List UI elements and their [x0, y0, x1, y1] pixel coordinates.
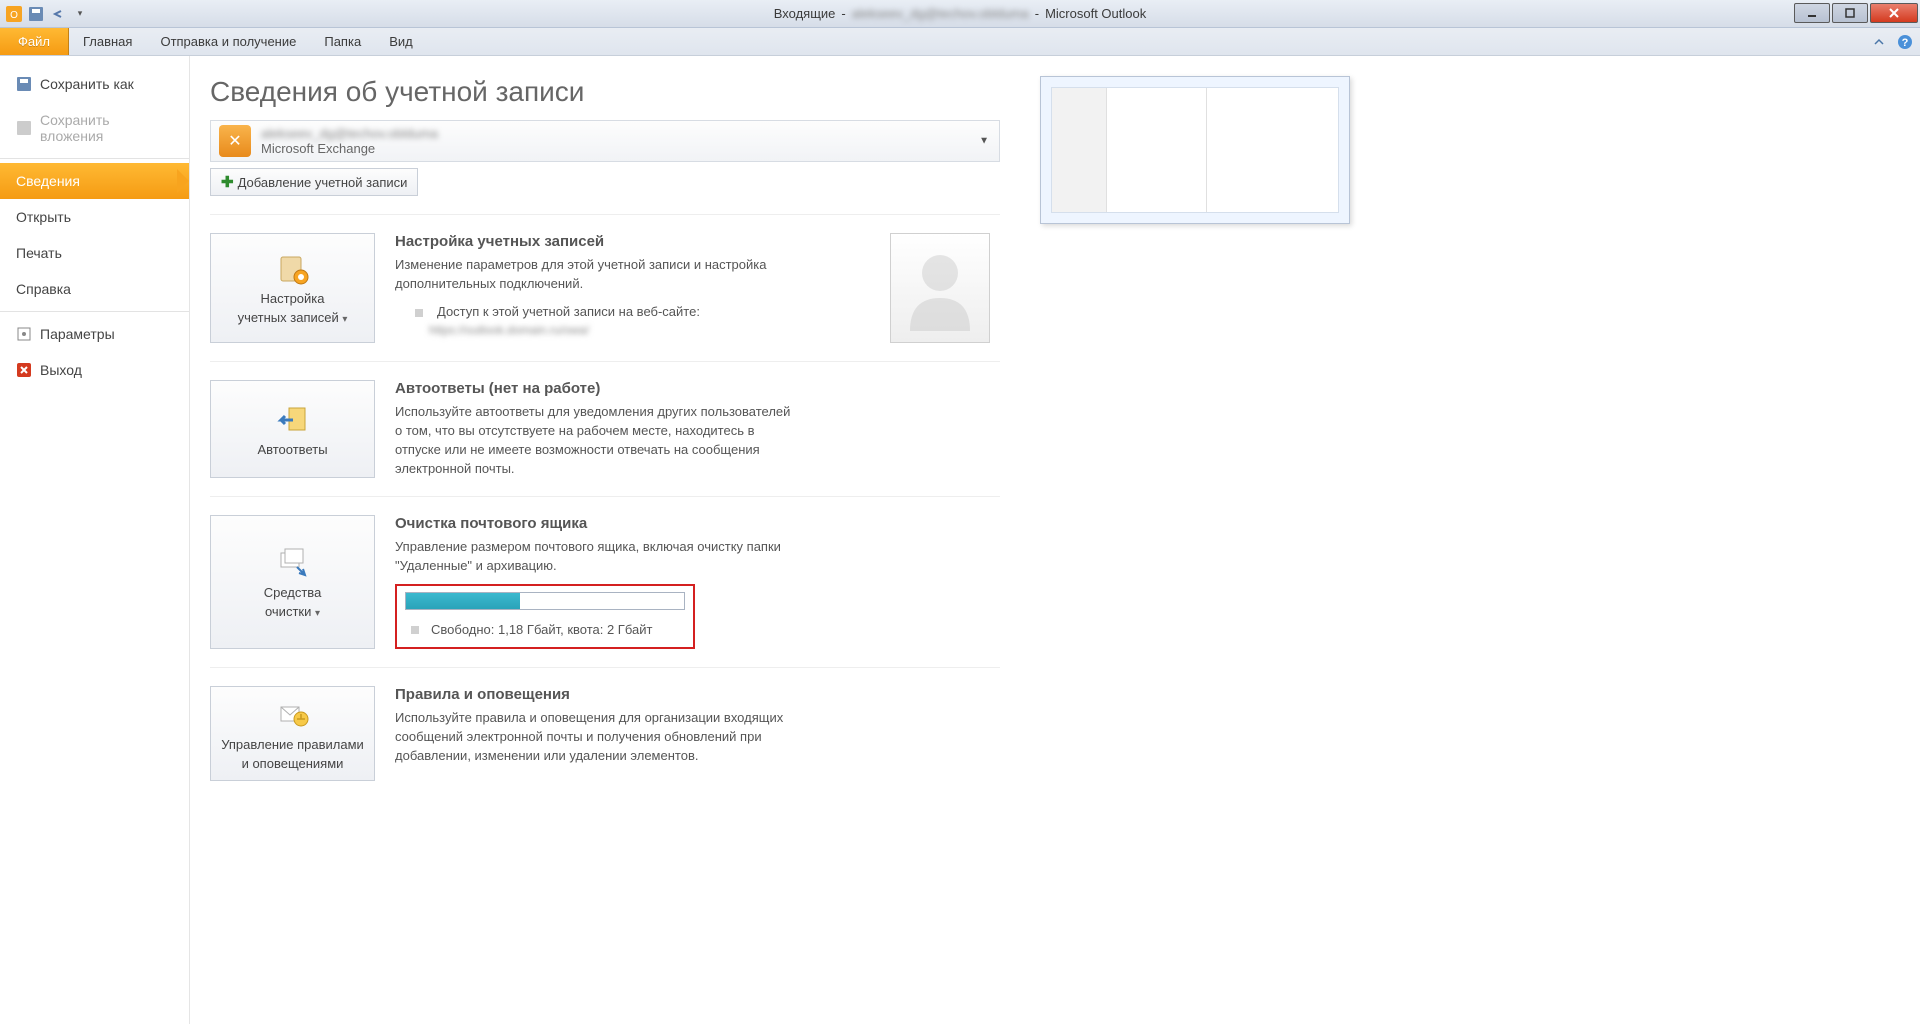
window-controls	[1794, 0, 1920, 23]
attachments-icon	[16, 120, 32, 136]
ribbon: Файл Главная Отправка и получение Папка …	[0, 28, 1920, 56]
avatar-placeholder	[890, 233, 990, 343]
exit-icon	[16, 362, 32, 378]
maximize-button[interactable]	[1832, 3, 1868, 23]
undo-icon[interactable]	[48, 4, 68, 24]
page-title: Сведения об учетной записи	[210, 76, 1000, 108]
ribbon-collapse-icon[interactable]	[1870, 33, 1888, 51]
bullet-icon	[415, 309, 423, 317]
dropdown-indicator-icon: ▾	[315, 608, 320, 619]
autoreply-icon	[275, 402, 311, 438]
section-desc: Изменение параметров для этой учетной за…	[395, 256, 795, 294]
save-as-icon	[16, 76, 32, 92]
tab-home[interactable]: Главная	[69, 28, 146, 55]
titlebar: O ▾ Входящие - alekseev_dg@techov.obldum…	[0, 0, 1920, 28]
sidebar-save-attachments: Сохранить вложения	[0, 102, 189, 154]
sidebar-info[interactable]: Сведения	[0, 163, 189, 199]
qat-dropdown-icon[interactable]: ▾	[70, 4, 90, 24]
section-account-settings: Настройка учетных записей ▾ Настройка уч…	[210, 214, 1000, 361]
tab-folder[interactable]: Папка	[310, 28, 375, 55]
account-type-label: Microsoft Exchange	[261, 141, 991, 156]
help-icon[interactable]: ?	[1896, 33, 1914, 51]
section-title: Автоответы (нет на работе)	[395, 380, 1000, 397]
backstage-content: Сведения об учетной записи ✕ alekseev_dg…	[190, 56, 1920, 1024]
cleanup-icon	[275, 545, 311, 581]
options-icon	[16, 326, 32, 342]
sidebar-options[interactable]: Параметры	[0, 316, 189, 352]
main-column: Сведения об учетной записи ✕ alekseev_dg…	[190, 56, 1010, 1024]
bullet-icon	[411, 626, 419, 634]
account-selector[interactable]: ✕ alekseev_dg@techov.oblduma Microsoft E…	[210, 120, 1000, 162]
section-rules: Управление правилами и оповещениями Прав…	[210, 667, 1000, 799]
quota-fill	[406, 593, 520, 609]
exchange-icon: ✕	[219, 125, 251, 157]
quick-access-toolbar: O ▾	[0, 4, 90, 24]
quota-progress-bar	[405, 592, 685, 610]
tab-view[interactable]: Вид	[375, 28, 427, 55]
minimize-button[interactable]	[1794, 3, 1830, 23]
tab-send-receive[interactable]: Отправка и получение	[146, 28, 310, 55]
window-title: Входящие - alekseev_dg@techov.oblduma - …	[774, 6, 1147, 21]
cleanup-tools-button[interactable]: Средства очистки ▾	[210, 515, 375, 649]
section-title: Очистка почтового ящика	[395, 515, 1000, 532]
mail-preview-thumbnail	[1040, 76, 1350, 224]
save-icon[interactable]	[26, 4, 46, 24]
sidebar-open[interactable]: Открыть	[0, 199, 189, 235]
account-email: alekseev_dg@techov.oblduma	[261, 126, 991, 141]
svg-text:O: O	[10, 10, 18, 21]
plus-icon: ✚	[221, 173, 234, 191]
preview-column	[1010, 56, 1350, 1024]
quota-text-row: Свободно: 1,18 Гбайт, квота: 2 Гбайт	[405, 622, 685, 637]
section-desc: Используйте автоответы для уведомления д…	[395, 403, 795, 478]
owa-link[interactable]: https://outlook.domain.ru/owa/	[395, 323, 870, 337]
section-desc: Управление размером почтового ящика, вкл…	[395, 538, 795, 576]
web-access-row: Доступ к этой учетной записи на веб-сайт…	[395, 304, 870, 319]
section-title: Правила и оповещения	[395, 686, 1000, 703]
section-autoreply: Автоответы Автоответы (нет на работе) Ис…	[210, 361, 1000, 496]
section-desc: Используйте правила и оповещения для орг…	[395, 709, 795, 766]
chevron-down-icon: ▼	[979, 136, 989, 147]
add-account-button[interactable]: ✚ Добавление учетной записи	[210, 168, 418, 196]
sidebar-print[interactable]: Печать	[0, 235, 189, 271]
sidebar-help[interactable]: Справка	[0, 271, 189, 307]
close-button[interactable]	[1870, 3, 1918, 23]
backstage: Сохранить как Сохранить вложения Сведени…	[0, 56, 1920, 1024]
file-tab[interactable]: Файл	[0, 28, 69, 55]
svg-text:?: ?	[1902, 37, 1909, 49]
quota-highlight: Свободно: 1,18 Гбайт, квота: 2 Гбайт	[395, 584, 695, 649]
outlook-icon: O	[4, 4, 24, 24]
sidebar-save-as[interactable]: Сохранить как	[0, 66, 189, 102]
section-cleanup: Средства очистки ▾ Очистка почтового ящи…	[210, 496, 1000, 667]
rules-icon	[275, 697, 311, 733]
account-settings-icon	[275, 251, 311, 287]
section-title: Настройка учетных записей	[395, 233, 870, 250]
rules-alerts-button[interactable]: Управление правилами и оповещениями	[210, 686, 375, 781]
backstage-sidebar: Сохранить как Сохранить вложения Сведени…	[0, 56, 190, 1024]
dropdown-indicator-icon: ▾	[342, 314, 347, 325]
account-settings-button[interactable]: Настройка учетных записей ▾	[210, 233, 375, 343]
sidebar-exit[interactable]: Выход	[0, 352, 189, 388]
autoreply-button[interactable]: Автоответы	[210, 380, 375, 478]
